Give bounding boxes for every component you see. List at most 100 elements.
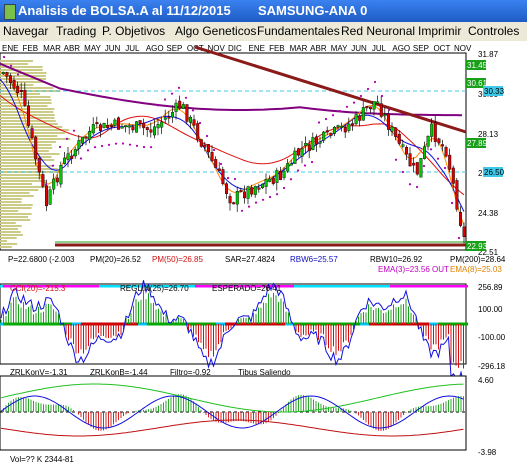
candle[interactable] bbox=[145, 127, 149, 130]
candle[interactable] bbox=[242, 191, 246, 199]
candle[interactable] bbox=[340, 125, 344, 128]
candle[interactable] bbox=[376, 101, 380, 104]
candle[interactable] bbox=[63, 157, 67, 164]
candle[interactable] bbox=[264, 179, 268, 187]
candle[interactable] bbox=[347, 123, 351, 131]
candle[interactable] bbox=[192, 119, 196, 126]
candle[interactable] bbox=[304, 142, 308, 146]
candle[interactable] bbox=[322, 131, 326, 141]
candle[interactable] bbox=[433, 122, 437, 142]
candle[interactable] bbox=[160, 121, 164, 128]
candle[interactable] bbox=[116, 117, 120, 130]
candle[interactable] bbox=[214, 159, 218, 168]
candle[interactable] bbox=[311, 137, 315, 150]
candle[interactable] bbox=[408, 153, 412, 167]
candle[interactable] bbox=[84, 136, 88, 139]
candle[interactable] bbox=[383, 114, 387, 117]
candle[interactable] bbox=[34, 136, 38, 160]
candle[interactable] bbox=[423, 146, 427, 159]
candle[interactable] bbox=[315, 136, 319, 145]
candle[interactable] bbox=[268, 178, 272, 182]
candle[interactable] bbox=[412, 162, 416, 166]
candle[interactable] bbox=[91, 124, 95, 134]
candle[interactable] bbox=[437, 138, 441, 144]
candle[interactable] bbox=[351, 123, 355, 126]
candle[interactable] bbox=[167, 116, 171, 119]
candle[interactable] bbox=[369, 106, 373, 110]
candle[interactable] bbox=[8, 75, 12, 83]
candle[interactable] bbox=[279, 170, 283, 180]
candle[interactable] bbox=[387, 113, 391, 130]
candle[interactable] bbox=[361, 107, 365, 121]
candle[interactable] bbox=[178, 100, 182, 109]
menu-objetivos[interactable]: P. Objetivos bbox=[102, 24, 165, 38]
candle[interactable] bbox=[174, 102, 178, 112]
candle[interactable] bbox=[152, 126, 156, 136]
candle[interactable] bbox=[138, 120, 142, 124]
candle[interactable] bbox=[235, 191, 239, 205]
menu-fundamentales[interactable]: Fundamentales bbox=[257, 24, 340, 38]
candle[interactable] bbox=[405, 147, 409, 155]
candle[interactable] bbox=[1, 72, 5, 75]
candle[interactable] bbox=[27, 105, 31, 126]
zrl-panel[interactable] bbox=[0, 375, 467, 451]
candle[interactable] bbox=[426, 135, 430, 147]
candle[interactable] bbox=[444, 147, 448, 157]
candle[interactable] bbox=[142, 122, 146, 129]
candle[interactable] bbox=[415, 162, 419, 175]
candle[interactable] bbox=[120, 126, 124, 129]
candle[interactable] bbox=[203, 144, 207, 148]
candle[interactable] bbox=[257, 187, 261, 190]
candle[interactable] bbox=[286, 163, 290, 172]
candle[interactable] bbox=[343, 126, 347, 133]
candle[interactable] bbox=[365, 105, 369, 109]
candle[interactable] bbox=[41, 174, 45, 187]
candle[interactable] bbox=[102, 123, 106, 129]
candle[interactable] bbox=[210, 152, 214, 162]
menu-imprimir[interactable]: Imprimir bbox=[418, 24, 461, 38]
candle[interactable] bbox=[181, 104, 185, 109]
menu-trading[interactable]: Trading bbox=[56, 24, 96, 38]
price-panel[interactable] bbox=[0, 45, 467, 251]
candle[interactable] bbox=[318, 141, 322, 144]
candle[interactable] bbox=[232, 202, 236, 205]
candle[interactable] bbox=[354, 114, 358, 125]
candle[interactable] bbox=[261, 183, 265, 189]
candle[interactable] bbox=[282, 170, 286, 178]
candle[interactable] bbox=[372, 101, 376, 110]
candle[interactable] bbox=[401, 144, 405, 147]
candle[interactable] bbox=[77, 140, 81, 149]
candle[interactable] bbox=[12, 80, 16, 89]
candle[interactable] bbox=[23, 89, 27, 106]
candle[interactable] bbox=[48, 189, 52, 205]
candle[interactable] bbox=[448, 154, 452, 170]
candle[interactable] bbox=[271, 177, 275, 184]
candle[interactable] bbox=[325, 130, 329, 133]
candle[interactable] bbox=[228, 196, 232, 204]
candle[interactable] bbox=[80, 136, 84, 144]
candle[interactable] bbox=[459, 212, 463, 226]
candle[interactable] bbox=[124, 125, 128, 128]
candle[interactable] bbox=[206, 144, 210, 153]
candle[interactable] bbox=[55, 177, 59, 183]
candle[interactable] bbox=[441, 144, 445, 147]
candle[interactable] bbox=[297, 148, 301, 156]
candle[interactable] bbox=[98, 124, 102, 131]
menu-algo-geneticos[interactable]: Algo Geneticos bbox=[175, 24, 256, 38]
candle[interactable] bbox=[106, 125, 110, 128]
menu-red-neuronal[interactable]: Red Neuronal bbox=[341, 24, 415, 38]
candle[interactable] bbox=[73, 149, 77, 157]
candle[interactable] bbox=[70, 155, 74, 160]
candle[interactable] bbox=[419, 158, 423, 178]
cci-panel[interactable] bbox=[0, 280, 468, 382]
candle[interactable] bbox=[66, 153, 70, 160]
candle[interactable] bbox=[307, 144, 311, 152]
candle[interactable] bbox=[131, 126, 135, 131]
candle[interactable] bbox=[95, 122, 99, 125]
candle[interactable] bbox=[113, 119, 117, 126]
menu-controles[interactable]: Controles bbox=[468, 24, 519, 38]
candle[interactable] bbox=[52, 178, 56, 190]
candle[interactable] bbox=[275, 170, 279, 183]
candle[interactable] bbox=[329, 133, 333, 136]
candle[interactable] bbox=[16, 85, 20, 94]
